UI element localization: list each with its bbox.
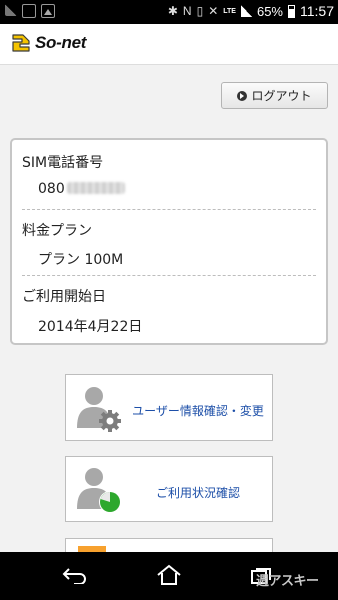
no-signal-icon: ✕ — [208, 4, 219, 18]
bluetooth-icon: ✱ — [167, 4, 178, 18]
usage-status-button[interactable]: ご利用状況確認 — [65, 456, 273, 522]
phone-number-prefix: 080 — [38, 181, 65, 197]
back-icon[interactable] — [62, 566, 88, 588]
divider — [22, 275, 316, 276]
sonet-logo[interactable]: So-net — [10, 32, 86, 54]
user-usage-chart-icon — [74, 464, 124, 516]
status-bar: ✱ N ▯ ✕ LTE 65% 11:57 — [0, 0, 338, 24]
plan-value: プラン 100M — [38, 252, 124, 268]
arrow-circle-icon — [237, 90, 248, 101]
clock: 11:57 — [300, 3, 334, 19]
notification-icon — [22, 4, 36, 18]
cell-signal-icon — [240, 5, 252, 17]
user-info-button[interactable]: ユーザー情報確認・変更 — [65, 374, 273, 441]
user-info-label: ユーザー情報確認・変更 — [132, 404, 264, 418]
android-nav-bar: 週アスキー — [0, 552, 338, 600]
watermark-text: 週アスキー — [256, 574, 319, 589]
logout-button[interactable]: ログアウト — [221, 82, 328, 109]
redacted-number — [66, 182, 125, 194]
sonet-logo-icon — [10, 32, 32, 54]
vibrate-icon: ▯ — [196, 4, 204, 18]
lte-indicator: LTE — [223, 7, 236, 15]
divider — [22, 209, 316, 210]
home-icon[interactable] — [156, 564, 182, 590]
status-left-icons — [5, 4, 55, 18]
phone-number-label: SIM電話番号 — [22, 155, 104, 171]
start-date-label: ご利用開始日 — [22, 289, 106, 305]
logo-text: So-net — [35, 33, 87, 52]
nfc-icon: N — [182, 4, 192, 18]
usage-status-label: ご利用状況確認 — [155, 486, 240, 500]
battery-percent: 65% — [256, 3, 283, 19]
user-gear-icon — [74, 382, 124, 434]
logout-label: ログアウト — [251, 89, 312, 103]
weak-signal-icon — [5, 4, 17, 16]
phone-number-value: 080 — [38, 181, 125, 197]
start-date-value: 2014年4月22日 — [38, 319, 143, 335]
plan-label: 料金プラン — [22, 223, 92, 239]
app-header: So-net — [0, 24, 338, 65]
battery-icon — [288, 4, 295, 18]
account-info-card: SIM電話番号 080 料金プラン プラン 100M ご利用開始日 2014年4… — [10, 138, 328, 345]
status-right-icons: ✱ N ▯ ✕ LTE 65% 11:57 — [168, 3, 334, 19]
image-notification-icon — [41, 4, 55, 18]
